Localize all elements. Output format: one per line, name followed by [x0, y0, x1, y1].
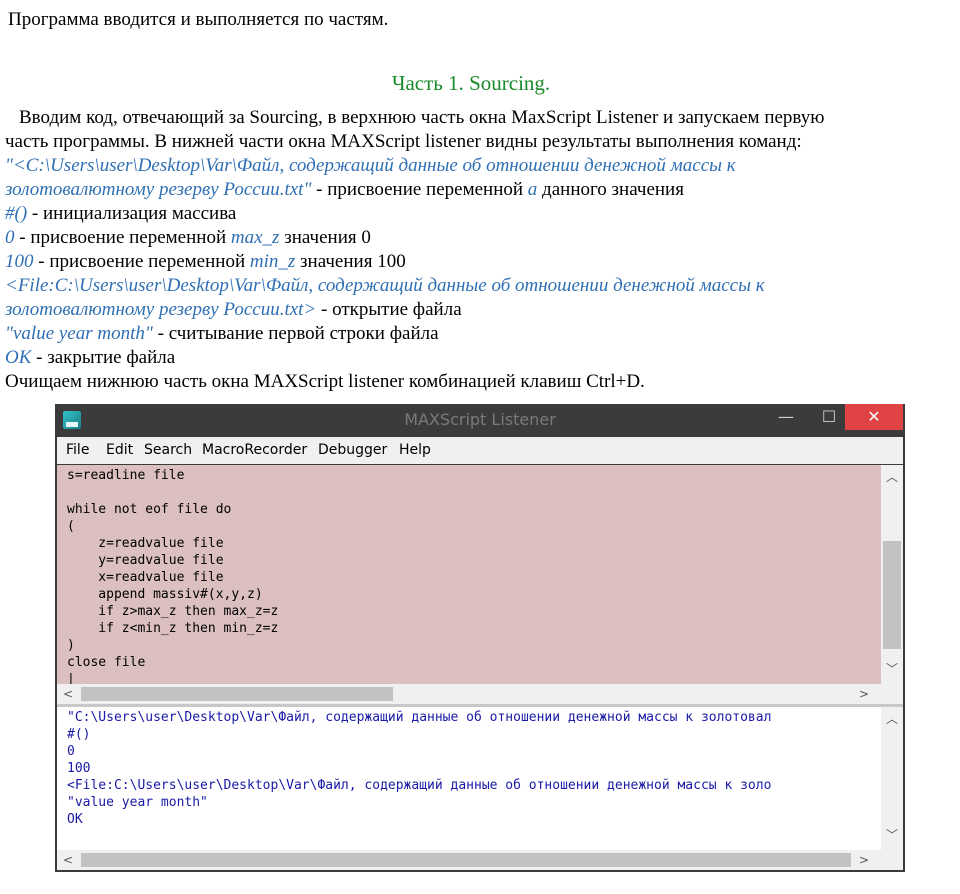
- output-vertical-scrollbar[interactable]: ︿ ﹀: [881, 707, 903, 850]
- item-5-code-cont: золотовалютному резерву России.txt>: [5, 299, 317, 320]
- menu-edit[interactable]: Edit: [106, 442, 133, 458]
- scroll-left-icon[interactable]: <: [57, 686, 79, 702]
- output-text[interactable]: "C:\Users\user\Desktop\Var\Файл, содержа…: [67, 709, 875, 828]
- item-6-desc: - считывание первой строки файла: [152, 323, 439, 344]
- item-1-line-a: "<C:\Users\user\Desktop\Var\Файл, содерж…: [5, 154, 945, 178]
- input-vertical-scrollbar[interactable]: ︿ ﹀: [881, 465, 903, 684]
- output-scroll-corner: [881, 850, 903, 870]
- item-2-desc: - инициализация массива: [27, 203, 237, 224]
- item-7: OK - закрытие файла: [5, 346, 945, 370]
- menu-file[interactable]: File: [66, 442, 89, 458]
- item-4: 100 - присвоение переменной min_z значен…: [5, 250, 945, 274]
- menu-search[interactable]: Search: [144, 442, 192, 458]
- item-2-code: #(): [5, 203, 28, 224]
- input-hscroll-thumb[interactable]: [81, 687, 393, 701]
- menu-macrorecorder[interactable]: MacroRecorder: [202, 442, 307, 458]
- output-scroll-down-icon[interactable]: ﹀: [881, 827, 903, 843]
- scroll-right-icon[interactable]: >: [853, 686, 875, 702]
- closing-line: Очищаем нижнюю часть окна MAXScript list…: [5, 371, 645, 392]
- output-scroll-right-icon[interactable]: >: [853, 852, 875, 868]
- item-2: #() - инициализация массива: [5, 202, 945, 226]
- item-3: 0 - присвоение переменной max_z значения…: [5, 226, 945, 250]
- output-scroll-left-icon[interactable]: <: [57, 852, 79, 868]
- intro-text: Программа вводится и выполняется по част…: [8, 9, 389, 30]
- item-5-code: <File:C:\Users\user\Desktop\Var\Файл, со…: [5, 275, 765, 296]
- output-pane[interactable]: "C:\Users\user\Desktop\Var\Файл, содержа…: [57, 707, 903, 870]
- item-3-code: 0: [5, 227, 15, 248]
- output-hscroll-thumb[interactable]: [81, 853, 851, 867]
- menu-bar: File Edit Search MacroRecorder Debugger …: [57, 437, 903, 464]
- item-1-tail: данного значения: [537, 179, 684, 200]
- item-5-line-a: <File:C:\Users\user\Desktop\Var\Файл, со…: [5, 274, 945, 298]
- scroll-up-icon[interactable]: ︿: [881, 469, 903, 485]
- close-button[interactable]: ✕: [845, 404, 903, 430]
- item-6-code: "value year month": [5, 323, 153, 344]
- item-3-desc: - присвоение переменной: [14, 227, 231, 248]
- input-horizontal-scrollbar[interactable]: < >: [57, 684, 881, 704]
- item-1-line-b: золотовалютному резерву России.txt" - пр…: [5, 178, 945, 202]
- description-paragraph: Вводим код, отвечающий за Sourcing, в ве…: [5, 106, 945, 394]
- item-5-desc: - открытие файла: [316, 299, 462, 320]
- menu-debugger[interactable]: Debugger: [318, 442, 387, 458]
- menu-help[interactable]: Help: [399, 442, 431, 458]
- para-line-1: Вводим код, отвечающий за Sourcing, в ве…: [19, 107, 825, 128]
- item-6: "value year month" - считывание первой с…: [5, 322, 945, 346]
- title-bar[interactable]: MAXScript Listener — ☐ ✕: [57, 404, 903, 436]
- item-7-code: OK: [5, 347, 32, 368]
- item-3-var: max_z: [230, 227, 280, 248]
- script-code[interactable]: s=readline file while not eof file do ( …: [67, 467, 875, 688]
- scroll-corner: [881, 684, 903, 704]
- maxscript-listener-window: MAXScript Listener — ☐ ✕ File Edit Searc…: [55, 404, 905, 872]
- item-4-code: 100: [5, 251, 34, 272]
- item-4-tail: значения 100: [295, 251, 406, 272]
- para-line-2: часть программы. В нижней части окна MAX…: [5, 131, 802, 152]
- item-3-tail: значения 0: [279, 227, 371, 248]
- scroll-down-icon[interactable]: ﹀: [881, 661, 903, 677]
- item-1-code-cont: золотовалютному резерву России.txt": [5, 179, 312, 200]
- item-4-desc: - присвоение переменной: [33, 251, 250, 272]
- item-1-code: "<C:\Users\user\Desktop\Var\Файл, содерж…: [5, 155, 736, 176]
- item-7-desc: - закрытие файла: [31, 347, 176, 368]
- output-horizontal-scrollbar[interactable]: < >: [57, 850, 881, 870]
- item-4-var: min_z: [249, 251, 296, 272]
- minimize-button[interactable]: —: [763, 404, 809, 430]
- output-scroll-up-icon[interactable]: ︿: [881, 711, 903, 727]
- section-heading: Часть 1. Sourcing.: [391, 71, 551, 95]
- item-1-desc: - присвоение переменной: [311, 179, 528, 200]
- item-5-line-b: золотовалютному резерву России.txt> - от…: [5, 298, 945, 322]
- item-1-var: a: [527, 179, 538, 200]
- script-input-pane[interactable]: s=readline file while not eof file do ( …: [57, 465, 903, 704]
- input-vscroll-thumb[interactable]: [883, 541, 901, 649]
